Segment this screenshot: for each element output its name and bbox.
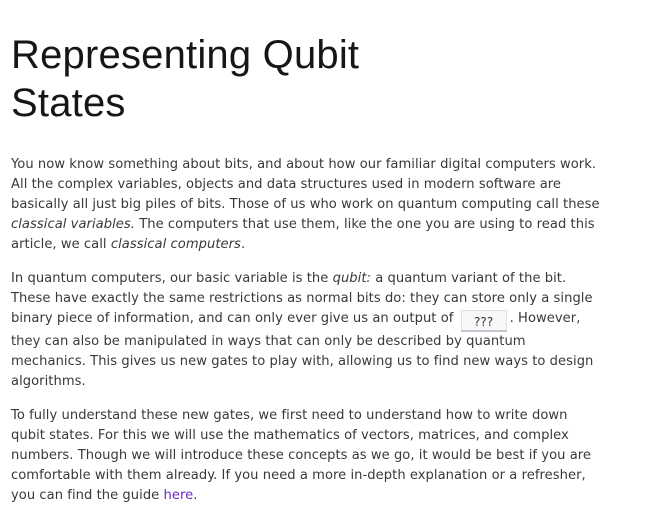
- p1-emphasis-classical-variables: classical variables.: [11, 217, 135, 232]
- paragraph-math-prereqs: To fully understand these new gates, we …: [11, 406, 601, 506]
- p3-text-1: To fully understand these new gates, we …: [11, 408, 592, 503]
- guide-link[interactable]: here: [164, 488, 194, 503]
- page-title: Representing Qubit States: [11, 0, 601, 127]
- paragraph-qubit: In quantum computers, our basic variable…: [11, 269, 601, 392]
- p1-text-3: .: [240, 237, 246, 252]
- p1-emphasis-classical-computers: classical computers: [110, 237, 241, 252]
- paragraph-bits: You now know something about bits, and a…: [11, 155, 601, 255]
- p2-text-1: In quantum computers, our basic variable…: [11, 271, 333, 286]
- p2-emphasis-qubit: qubit:: [332, 271, 371, 286]
- output-reveal-widget[interactable]: ???: [460, 310, 507, 332]
- title-line-1: Representing Qubit: [11, 33, 360, 77]
- title-line-2: States: [11, 81, 126, 125]
- article: Representing Qubit States You now know s…: [11, 0, 601, 506]
- p3-text-2: .: [193, 488, 198, 503]
- p1-text-1: You now know something about bits, and a…: [11, 157, 600, 212]
